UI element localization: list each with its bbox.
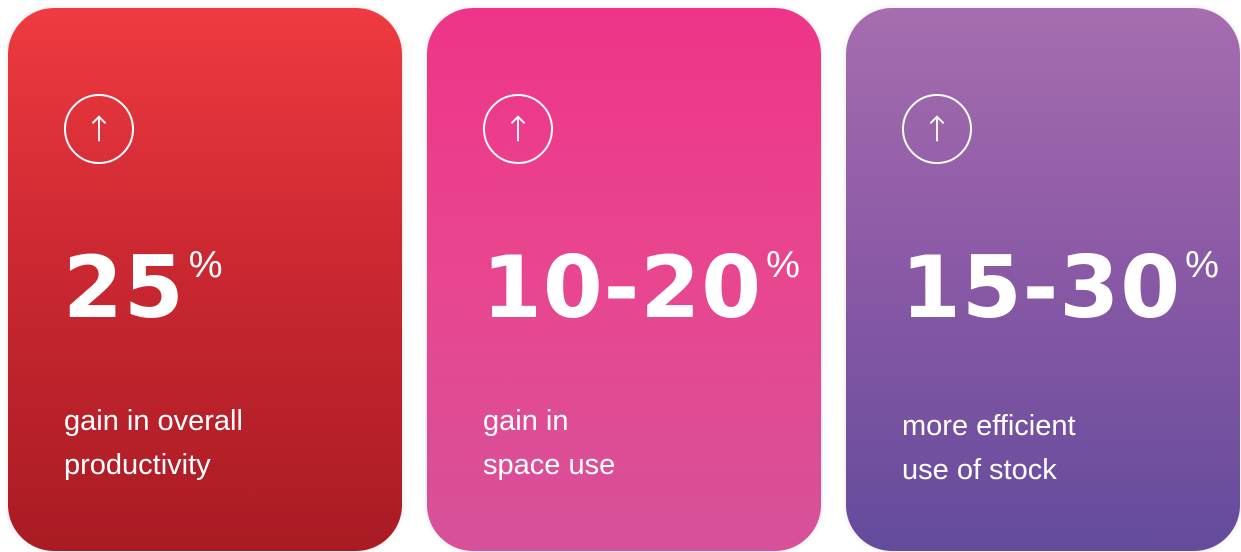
stat-value: 25 xyxy=(63,238,185,338)
stat-card-space-use: 10-20% gain in space use xyxy=(427,8,821,551)
stat-unit: % xyxy=(766,244,800,286)
stat-description-line-1: gain in xyxy=(483,405,569,437)
stat-description-line-1: gain in overall xyxy=(64,405,243,437)
stat-description-line-2: use of stock xyxy=(902,454,1057,486)
stat-value-group: 25% xyxy=(63,238,222,338)
stat-description: gain in space use xyxy=(483,399,615,487)
stat-value: 15-30 xyxy=(901,238,1182,338)
stat-card-productivity: 25% gain in overall productivity xyxy=(8,8,402,551)
stat-value-group: 15-30% xyxy=(901,238,1219,338)
stat-description-line-2: productivity xyxy=(64,449,211,481)
stat-card-stock-efficiency: 15-30% more efficient use of stock xyxy=(846,8,1240,551)
arrow-up-circle-icon xyxy=(64,94,134,164)
stat-unit: % xyxy=(188,244,223,286)
stat-value-group: 10-20% xyxy=(482,238,800,338)
arrow-up-circle-icon xyxy=(483,94,553,164)
stat-description: gain in overall productivity xyxy=(64,399,243,487)
arrow-up-circle-icon xyxy=(902,94,972,164)
stat-description: more efficient use of stock xyxy=(902,404,1076,492)
stat-value: 10-20 xyxy=(482,238,763,338)
stat-description-line-2: space use xyxy=(483,449,616,481)
stat-unit: % xyxy=(1185,244,1219,286)
stat-description-line-1: more efficient xyxy=(902,410,1076,442)
